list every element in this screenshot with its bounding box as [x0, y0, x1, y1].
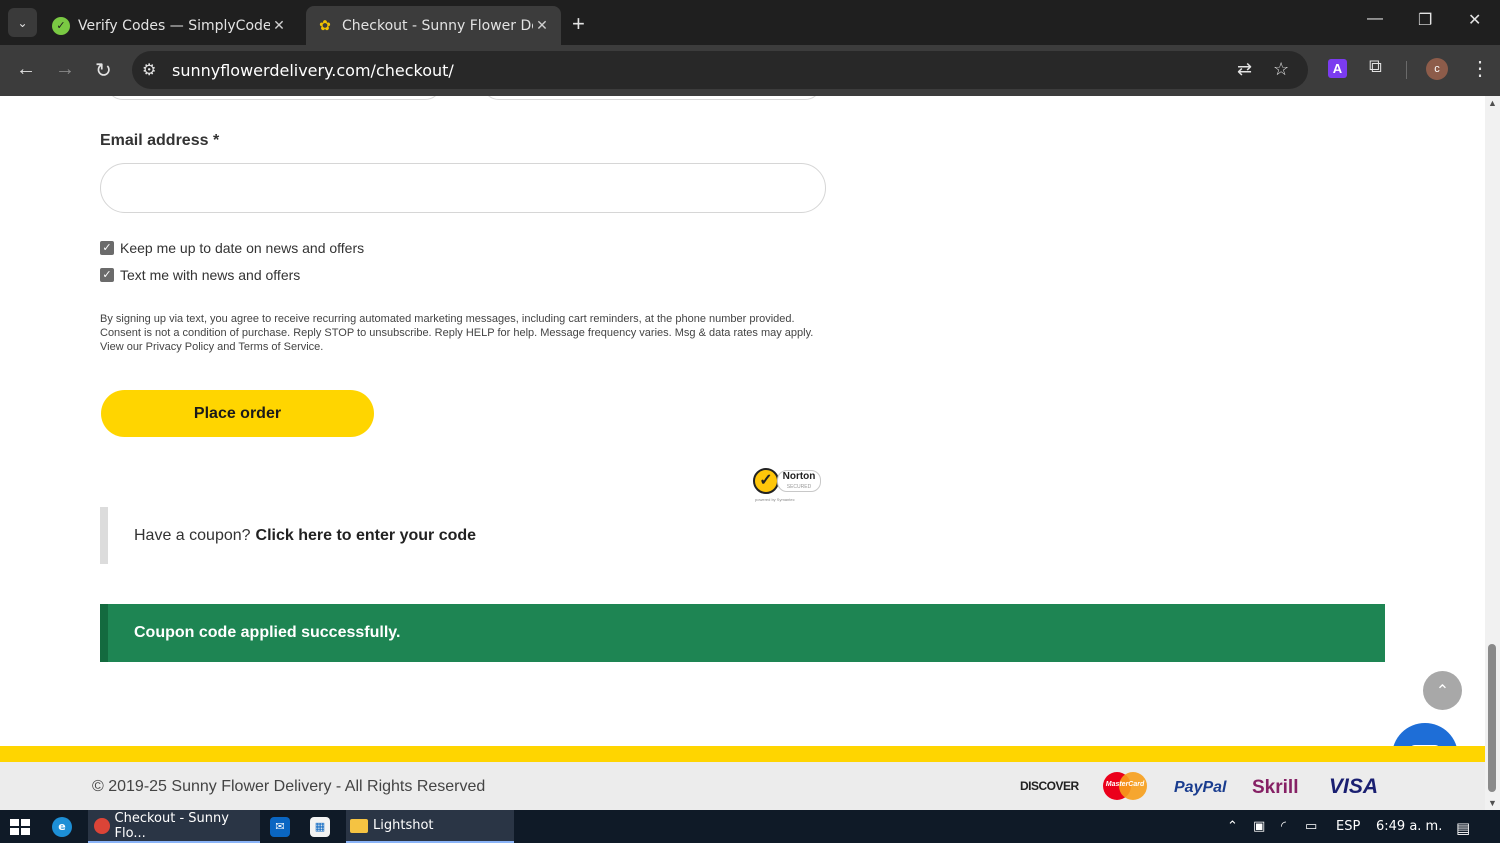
sms-checkbox[interactable]: ✓	[100, 268, 114, 282]
new-tab-button[interactable]: +	[572, 11, 585, 37]
windows-taskbar: e Checkout - Sunny Flo... ✉ ▦ Lightshot …	[0, 810, 1500, 843]
visa-logo: VISA	[1329, 775, 1379, 798]
mail-icon: ✉	[270, 816, 290, 837]
scroll-up-arrow-icon[interactable]: ▲	[1488, 98, 1497, 108]
place-order-button[interactable]: Place order	[101, 390, 374, 437]
enter-coupon-link[interactable]: Click here to enter your code	[256, 527, 477, 545]
edge-icon: e	[52, 816, 72, 837]
norton-powered-by: powered by Symantec	[755, 497, 795, 502]
forward-icon[interactable]: →	[55, 58, 75, 81]
extensions-puzzle-icon[interactable]: ⧉	[1369, 56, 1382, 77]
norton-check-icon: ✓	[753, 468, 779, 494]
chevron-up-icon: ⌃	[1435, 682, 1450, 700]
browser-tab-strip: ⌄ ✓ Verify Codes — SimplyCodes ✕ ✿ Check…	[0, 0, 1500, 45]
mail-taskbar-button[interactable]: ✉	[270, 810, 290, 843]
extension-a-icon[interactable]: A	[1328, 59, 1347, 78]
success-message-text: Coupon code applied successfully.	[134, 624, 401, 641]
last-name-field[interactable]	[482, 96, 822, 100]
folder-icon	[350, 818, 368, 833]
scroll-to-top-button[interactable]: ⌃	[1423, 671, 1462, 710]
battery-icon[interactable]: ▭	[1305, 819, 1317, 834]
page-viewport: Email address * ✓ Keep me up to date on …	[0, 96, 1485, 810]
chrome-taskbar-button[interactable]: Checkout - Sunny Flo...	[88, 810, 260, 843]
newsletter-checkbox-label: Keep me up to date on news and offers	[120, 240, 365, 256]
lightshot-taskbar-button[interactable]: Lightshot	[346, 810, 514, 843]
simplycodes-icon: ✓	[52, 16, 70, 35]
translate-icon[interactable]: ⇄	[1237, 59, 1252, 80]
tab-simplycodes[interactable]: ✓ Verify Codes — SimplyCodes ✕	[44, 6, 296, 45]
norton-brand-name: Norton	[782, 471, 816, 482]
site-info-icon[interactable]: ⚙	[142, 60, 156, 80]
bookmark-star-icon[interactable]: ☆	[1273, 59, 1289, 80]
close-tab-icon[interactable]: ✕	[533, 18, 551, 34]
skrill-logo: Skrill	[1252, 777, 1299, 798]
newsletter-checkbox[interactable]: ✓	[100, 241, 114, 255]
footer-accent-bar	[0, 746, 1485, 762]
profile-avatar[interactable]: c	[1426, 58, 1448, 80]
mastercard-text: MasterCard	[1105, 781, 1145, 788]
reload-icon[interactable]: ↻	[95, 58, 112, 83]
url-text[interactable]: sunnyflowerdelivery.com/checkout/	[172, 61, 454, 80]
page-scrollbar[interactable]: ▲ ▼	[1485, 96, 1500, 810]
norton-brand-sub: SECURED	[786, 484, 812, 490]
scrollbar-thumb[interactable]	[1488, 644, 1496, 792]
close-window-icon[interactable]: ✕	[1468, 10, 1481, 30]
coupon-success-message: Coupon code applied successfully.	[100, 604, 1385, 662]
close-tab-icon[interactable]: ✕	[270, 18, 288, 34]
restore-icon[interactable]: ❐	[1418, 10, 1432, 30]
norton-secured-badge[interactable]: ✓ Norton SECURED powered by Symantec	[753, 468, 823, 506]
back-icon[interactable]: ←	[16, 58, 36, 81]
edge-taskbar-button[interactable]: e	[52, 810, 72, 843]
minimize-icon[interactable]: —	[1367, 10, 1383, 28]
discover-text: DISCOVER	[1020, 779, 1079, 793]
tab-title: Checkout - Sunny Flower Delive	[342, 17, 533, 34]
sunflower-icon: ✿	[319, 17, 331, 34]
chrome-icon	[94, 817, 110, 834]
mastercard-logo: MasterCard	[1103, 772, 1147, 800]
lightshot-taskbar-label: Lightshot	[373, 818, 434, 833]
tab-title: Verify Codes — SimplyCodes	[78, 17, 270, 34]
first-name-field[interactable]	[106, 96, 442, 100]
store-taskbar-button[interactable]: ▦	[310, 810, 330, 843]
sms-legal-text: By signing up via text, you agree to rec…	[100, 313, 814, 353]
wifi-icon[interactable]: ◜	[1281, 819, 1286, 834]
toolbar-divider	[1406, 61, 1407, 79]
discover-logo: DISCOVER	[1020, 779, 1079, 793]
copyright-text: © 2019-25 Sunny Flower Delivery - All Ri…	[92, 778, 486, 795]
paypal-logo: PayPal	[1174, 779, 1227, 796]
browser-menu-icon[interactable]: ⋮	[1470, 56, 1490, 81]
browser-toolbar: ← → ↻ ⚙ sunnyflowerdelivery.com/checkout…	[0, 45, 1500, 96]
tray-expand-icon[interactable]: ⌃	[1227, 819, 1238, 834]
norton-brand: Norton SECURED	[777, 470, 821, 492]
tray-app-icon[interactable]: ▣	[1253, 819, 1265, 834]
tab-checkout[interactable]: ✿ Checkout - Sunny Flower Delive ✕	[306, 6, 561, 45]
clock-time[interactable]: 6:49 a. m.	[1376, 819, 1442, 834]
scroll-down-arrow-icon[interactable]: ▼	[1488, 798, 1497, 808]
email-label: Email address *	[100, 132, 220, 149]
windows-start-icon[interactable]	[10, 819, 30, 835]
address-bar[interactable]: ⚙ sunnyflowerdelivery.com/checkout/ ⇄ ☆	[132, 51, 1308, 89]
sms-checkbox-label: Text me with news and offers	[120, 267, 301, 283]
notifications-icon[interactable]: ▤	[1456, 819, 1470, 837]
chrome-taskbar-label: Checkout - Sunny Flo...	[114, 810, 229, 841]
coupon-prompt: Have a coupon?	[134, 526, 251, 544]
site-footer: © 2019-25 Sunny Flower Delivery - All Ri…	[0, 762, 1485, 810]
store-icon: ▦	[310, 816, 330, 837]
language-indicator[interactable]: ESP	[1336, 819, 1360, 834]
sms-checkbox-row[interactable]: ✓ Text me with news and offers	[100, 267, 300, 283]
tab-search-button[interactable]: ⌄	[8, 8, 37, 37]
email-field[interactable]	[100, 163, 826, 213]
newsletter-checkbox-row[interactable]: ✓ Keep me up to date on news and offers	[100, 240, 364, 256]
coupon-notice: Have a coupon? Click here to enter your …	[100, 507, 500, 564]
